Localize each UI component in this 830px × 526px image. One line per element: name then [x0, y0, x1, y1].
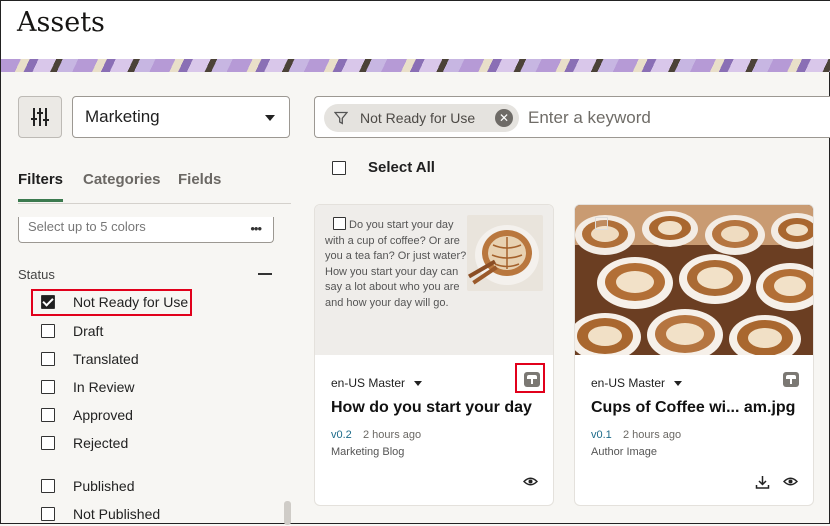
timestamp: 2 hours ago	[623, 429, 682, 441]
card-preview	[575, 205, 813, 363]
status-filter-chip[interactable]: Not Ready for Use ✕	[324, 104, 519, 132]
checkbox[interactable]	[41, 479, 55, 493]
checkbox[interactable]	[41, 436, 55, 450]
checkbox[interactable]	[41, 380, 55, 394]
highlight-box	[515, 363, 545, 393]
language-select[interactable]: en-US Master	[591, 376, 683, 390]
chevron-down-icon	[414, 380, 423, 386]
timestamp: 2 hours ago	[363, 429, 422, 441]
asset-card[interactable]: Do you start your day with a cup of coff…	[314, 204, 554, 506]
version-label: v0.1	[591, 429, 612, 441]
status-option-label: Approved	[73, 407, 133, 423]
status-option-draft[interactable]: Draft	[41, 319, 103, 343]
sidebar-scrollbar[interactable]	[284, 501, 291, 525]
status-option-rejected[interactable]: Rejected	[41, 431, 128, 455]
coffee-cups-image	[575, 205, 813, 363]
tab-categories[interactable]: Categories	[83, 171, 161, 188]
collection-label: Author Image	[591, 446, 658, 458]
card-preview: Do you start your day with a cup of coff…	[315, 205, 553, 355]
highlight-box	[31, 289, 192, 316]
asset-card[interactable]: en-US Master Cups of Coffee wi... am.jpg…	[574, 204, 814, 506]
filter-panel-tabs: Filters Categories Fields	[18, 171, 291, 204]
tab-filters[interactable]: Filters	[18, 171, 64, 202]
checkbox[interactable]	[41, 352, 55, 366]
status-option-label: In Review	[73, 379, 135, 395]
status-section-label: Status	[18, 267, 55, 282]
filter-icon	[334, 111, 348, 125]
checkbox[interactable]	[595, 217, 608, 230]
select-all-label: Select All	[368, 159, 435, 176]
card-title[interactable]: How do you start your day	[331, 399, 532, 417]
content-type-icon[interactable]	[783, 372, 799, 387]
search-box[interactable]: Not Ready for Use ✕	[314, 96, 830, 138]
page-title: Assets	[17, 7, 105, 38]
collection-label: Marketing Blog	[331, 446, 405, 458]
status-option-label: Draft	[73, 323, 104, 339]
checkbox[interactable]	[41, 408, 55, 422]
color-select-placeholder: Select up to 5 colors	[28, 219, 146, 234]
status-option-approved[interactable]: Approved	[41, 403, 133, 427]
download-icon[interactable]	[755, 475, 770, 489]
keyword-search-input[interactable]	[526, 105, 806, 131]
status-option-not-published[interactable]: Not Published	[41, 502, 160, 526]
status-option-label: Not Published	[73, 506, 161, 522]
status-option-label: Translated	[73, 351, 139, 367]
header: Assets	[1, 1, 830, 59]
status-option-published[interactable]: Published	[41, 474, 135, 498]
select-all[interactable]: Select All	[332, 159, 435, 176]
coffee-image	[467, 215, 543, 291]
checkbox[interactable]	[333, 217, 346, 230]
repository-select[interactable]: Marketing	[72, 96, 290, 138]
filter-chip-label: Not Ready for Use	[360, 110, 476, 126]
checkbox[interactable]	[41, 324, 55, 338]
language-select[interactable]: en-US Master	[331, 376, 423, 390]
eye-icon[interactable]	[523, 476, 538, 487]
status-option-translated[interactable]: Translated	[41, 347, 139, 371]
status-option-in-review[interactable]: In Review	[41, 375, 134, 399]
version-label: v0.2	[331, 429, 352, 441]
repository-select-value: Marketing	[85, 107, 160, 126]
decorative-banner	[1, 59, 830, 72]
language-label: en-US Master	[591, 376, 666, 390]
remove-filter-icon[interactable]: ✕	[495, 109, 513, 127]
color-select[interactable]: Select up to 5 colors •••	[18, 217, 274, 243]
collapse-icon[interactable]	[258, 273, 272, 275]
checkbox[interactable]	[332, 160, 346, 175]
card-title[interactable]: Cups of Coffee wi... am.jpg	[591, 399, 795, 417]
more-options-icon[interactable]: •••	[250, 221, 262, 236]
language-label: en-US Master	[331, 376, 406, 390]
chevron-down-icon	[674, 380, 683, 386]
status-option-label: Rejected	[73, 435, 129, 451]
card-preview-text: Do you start your day with a cup of coff…	[325, 217, 467, 309]
sliders-icon	[31, 108, 49, 126]
checkbox[interactable]	[41, 507, 55, 521]
status-option-label: Published	[73, 478, 135, 494]
eye-icon[interactable]	[783, 476, 798, 487]
chevron-down-icon	[265, 115, 275, 121]
filter-panel-toggle-button[interactable]	[18, 96, 62, 138]
tab-fields[interactable]: Fields	[178, 171, 221, 188]
